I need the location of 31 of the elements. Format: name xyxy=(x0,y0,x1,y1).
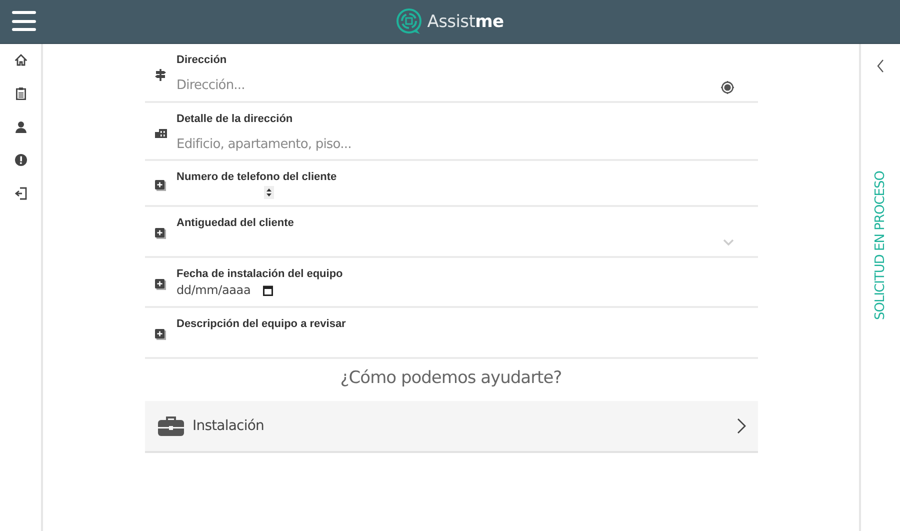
spinner-icon[interactable] xyxy=(264,186,274,199)
calendar-icon[interactable] xyxy=(262,284,273,296)
service-option[interactable]: Instalación xyxy=(144,401,758,453)
field-label: Antiguedad del cliente xyxy=(176,217,295,229)
field-label: Descripción del equipo a revisar xyxy=(176,318,347,330)
section-heading: ¿Cómo podemos ayudarte? xyxy=(339,367,563,390)
field-label: Detalle de la dirección xyxy=(176,113,294,125)
logout-icon[interactable] xyxy=(14,187,26,200)
home-icon[interactable] xyxy=(14,54,26,66)
field-label: Fecha de instalación del equipo xyxy=(176,268,344,280)
building-icon xyxy=(154,128,166,138)
chevron-right-icon xyxy=(736,418,746,434)
clipboard-icon[interactable] xyxy=(16,87,26,100)
add-box-icon xyxy=(155,329,166,340)
user-icon[interactable] xyxy=(14,121,26,133)
info-icon[interactable] xyxy=(14,154,26,166)
location-icon[interactable] xyxy=(720,81,734,94)
menu-button[interactable] xyxy=(12,11,36,31)
signpost-icon xyxy=(155,68,166,80)
add-box-icon xyxy=(155,278,166,290)
panel-title: SOLICITUD EN PROCESO xyxy=(873,171,888,320)
add-box-icon xyxy=(155,228,166,239)
date-field[interactable]: dd/mm/aaaa xyxy=(176,283,275,297)
field-label: Dirección xyxy=(176,54,228,66)
field-label: Numero de telefono del cliente xyxy=(176,171,338,183)
toolbox-icon xyxy=(158,416,184,436)
collapse-button[interactable] xyxy=(877,59,884,73)
logo-text: Assistme xyxy=(427,12,504,32)
add-box-icon xyxy=(155,180,166,190)
chevron-down-icon xyxy=(722,238,734,246)
logo-icon xyxy=(396,8,422,35)
